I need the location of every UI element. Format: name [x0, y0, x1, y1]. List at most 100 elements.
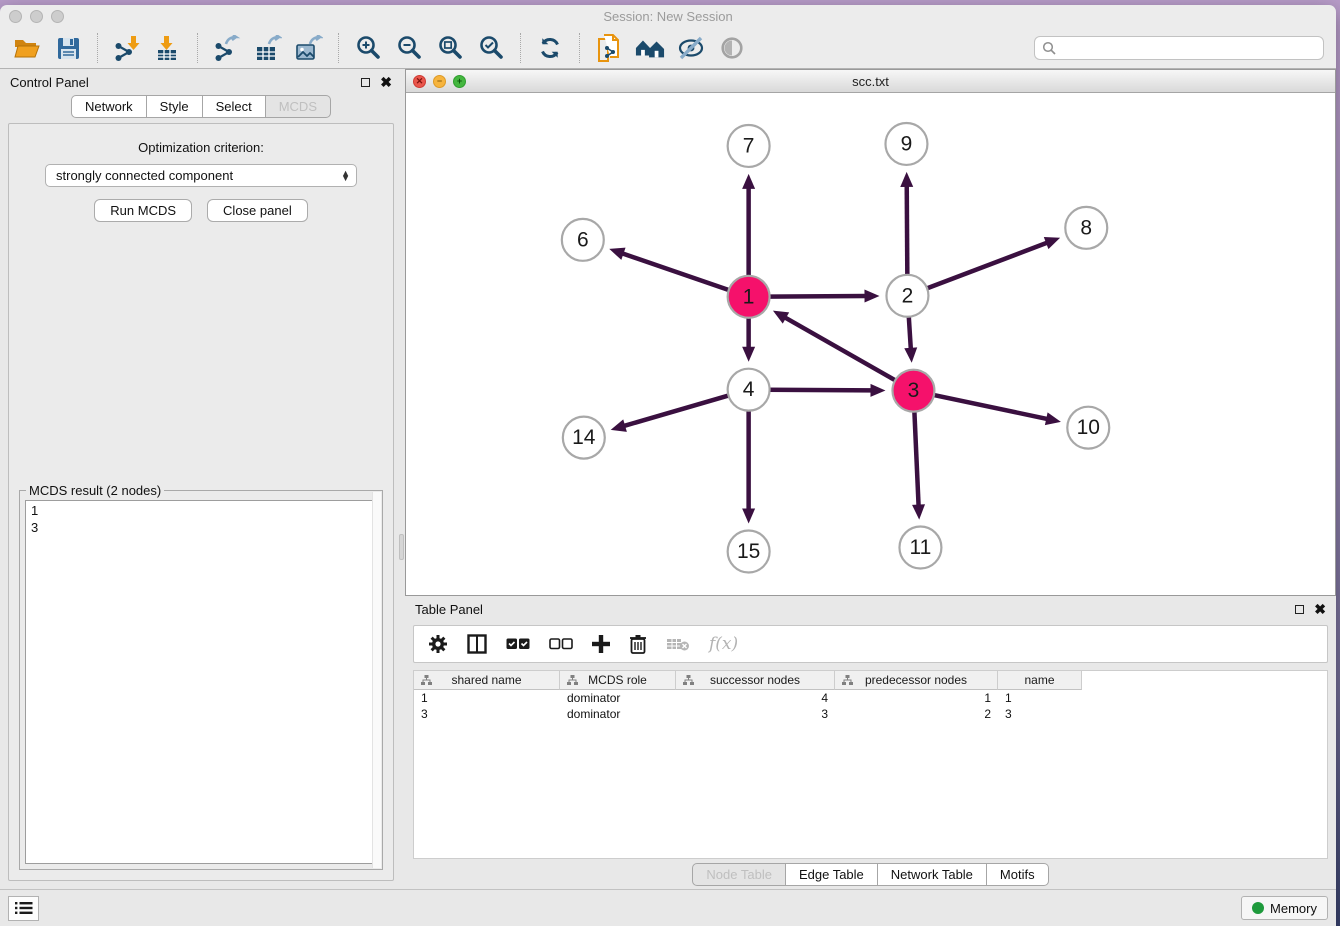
apply-layout-button[interactable] — [535, 33, 565, 63]
import-table-button[interactable] — [153, 33, 183, 63]
deselect-all-button[interactable] — [549, 638, 573, 650]
panel-splitter-handle[interactable] — [399, 534, 404, 560]
main-toolbar — [0, 28, 1336, 69]
import-network-button[interactable] — [112, 33, 142, 63]
graph-node-label: 10 — [1077, 416, 1100, 439]
eye-disabled-icon — [719, 35, 745, 61]
column-header-shared-name[interactable]: shared name — [414, 671, 560, 690]
graph-node-label: 11 — [910, 536, 932, 559]
memory-button[interactable]: Memory — [1241, 896, 1328, 920]
memory-status-icon — [1252, 902, 1264, 914]
select-all-button[interactable] — [506, 638, 530, 650]
graph-edge-arrowhead — [1044, 237, 1060, 249]
graph-edge-1-6[interactable] — [622, 253, 732, 291]
tab-motifs[interactable]: Motifs — [987, 863, 1049, 886]
network-minimize-button[interactable]: − — [433, 75, 446, 88]
graph-edge-arrowhead — [900, 172, 913, 187]
graph-node-label: 8 — [1080, 216, 1092, 239]
zoom-in-button[interactable] — [353, 33, 383, 63]
tab-node-table[interactable]: Node Table — [692, 863, 786, 886]
control-panel-undock-button[interactable] — [361, 78, 370, 87]
tab-style[interactable]: Style — [147, 95, 203, 118]
column-type-icon — [567, 675, 578, 686]
graph-edge-2-3[interactable] — [909, 314, 911, 350]
clone-network-button[interactable] — [594, 33, 624, 63]
graph-node-label: 2 — [902, 284, 914, 307]
zoom-selected-button[interactable] — [476, 33, 506, 63]
graph-edge-4-3[interactable] — [767, 390, 873, 391]
column-header-mcds-role[interactable]: MCDS role — [560, 671, 676, 690]
tab-edge-table[interactable]: Edge Table — [786, 863, 878, 886]
zoom-selected-icon — [478, 35, 504, 61]
list-icon — [15, 901, 33, 915]
tab-network[interactable]: Network — [71, 95, 147, 118]
column-header-predecessor-nodes[interactable]: predecessor nodes — [835, 671, 998, 690]
table-body: 1dominator4113dominator323 — [414, 690, 1327, 722]
tab-select[interactable]: Select — [203, 95, 266, 118]
toolbar-separator — [338, 33, 339, 63]
optimization-criterion-select[interactable]: strongly connected component ▲▼ — [45, 164, 357, 187]
toolbar-separator — [520, 33, 521, 63]
task-history-button[interactable] — [8, 896, 39, 921]
result-scrollbar[interactable] — [372, 492, 381, 868]
column-header-name[interactable]: name — [998, 671, 1082, 690]
search-icon — [1042, 41, 1056, 55]
export-image-icon — [295, 35, 323, 61]
graph-edge-2-8[interactable] — [924, 242, 1048, 289]
toolbar-search[interactable] — [1034, 36, 1324, 60]
add-column-button[interactable] — [592, 635, 610, 653]
table-cell: 1 — [835, 690, 998, 706]
table-cell: 3 — [998, 706, 1082, 722]
delete-column-button[interactable] — [629, 634, 647, 654]
mcds-result-text[interactable]: 13 — [25, 500, 377, 864]
graph-edge-3-1[interactable] — [784, 317, 898, 382]
table-panel-close-button[interactable]: ✖ — [1314, 602, 1326, 616]
table-row[interactable]: 3dominator323 — [414, 706, 1327, 722]
export-network-icon — [214, 35, 241, 61]
zoom-out-button[interactable] — [394, 33, 424, 63]
control-panel-close-button[interactable]: ✖ — [380, 75, 392, 89]
save-icon — [57, 37, 80, 60]
graph-edge-3-10[interactable] — [931, 394, 1048, 419]
trash-icon — [629, 634, 647, 654]
export-table-icon — [255, 35, 282, 61]
table-cell: 2 — [835, 706, 998, 722]
table-row[interactable]: 1dominator411 — [414, 690, 1327, 706]
search-input[interactable] — [1061, 40, 1316, 56]
split-columns-icon — [467, 634, 487, 654]
table-cell: dominator — [560, 706, 676, 722]
network-maximize-button[interactable]: + — [453, 75, 466, 88]
graph-edge-1-2[interactable] — [767, 296, 867, 297]
export-image-button[interactable] — [294, 33, 324, 63]
table-settings-button[interactable] — [428, 634, 448, 654]
export-table-button[interactable] — [253, 33, 283, 63]
delete-table-icon — [666, 636, 690, 652]
function-builder-button[interactable]: f(x) — [709, 634, 738, 654]
delete-table-button[interactable] — [666, 636, 690, 652]
graph-edge-3-11[interactable] — [914, 409, 918, 507]
table-cell: 1 — [414, 690, 560, 706]
node-table: shared nameMCDS rolesuccessor nodesprede… — [413, 670, 1328, 859]
table-panel-tabs: Node TableEdge TableNetwork TableMotifs — [692, 863, 1048, 886]
table-panel-undock-button[interactable] — [1295, 605, 1304, 614]
mcds-result-group: MCDS result (2 nodes) 13 — [19, 490, 383, 870]
export-network-button[interactable] — [212, 33, 242, 63]
tab-network-table[interactable]: Network Table — [878, 863, 987, 886]
network-canvas[interactable]: 7968124314101511 — [406, 93, 1335, 595]
zoom-fit-button[interactable] — [435, 33, 465, 63]
deselect-all-icon — [549, 638, 573, 650]
home-button[interactable] — [635, 33, 665, 63]
network-close-button[interactable]: ✕ — [413, 75, 426, 88]
tab-mcds[interactable]: MCDS — [266, 95, 331, 118]
column-header-successor-nodes[interactable]: successor nodes — [676, 671, 835, 690]
split-columns-button[interactable] — [467, 634, 487, 654]
graph-edge-4-14[interactable] — [623, 395, 731, 426]
graph-edge-2-9[interactable] — [907, 185, 908, 278]
close-panel-button[interactable]: Close panel — [207, 199, 308, 222]
save-session-button[interactable] — [53, 33, 83, 63]
hide-selected-button[interactable] — [676, 33, 706, 63]
run-mcds-button[interactable]: Run MCDS — [94, 199, 192, 222]
open-file-button[interactable] — [12, 33, 42, 63]
graph-node-label: 4 — [743, 378, 755, 401]
show-all-button[interactable] — [717, 33, 747, 63]
